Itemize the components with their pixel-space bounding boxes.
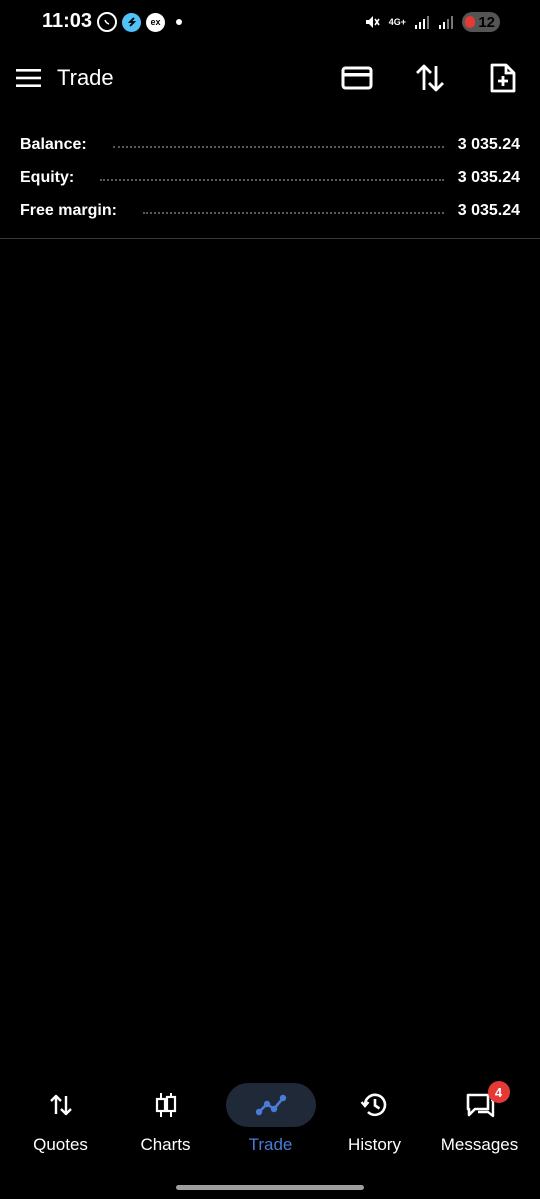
signal-icon: [415, 16, 429, 29]
nav-icon-container: [16, 1083, 106, 1127]
mute-icon: [365, 16, 380, 28]
equity-label: Equity:: [20, 168, 75, 186]
nav-item-messages[interactable]: 4 Messages: [427, 1078, 532, 1163]
free-margin-label: Free margin:: [20, 201, 117, 219]
app-bar: Trade: [0, 52, 540, 104]
nav-item-history[interactable]: History: [322, 1078, 427, 1163]
nav-label: Quotes: [33, 1135, 88, 1154]
menu-icon[interactable]: [16, 68, 41, 88]
dotted-leader: [142, 211, 444, 214]
account-summary: Balance: 3 035.24 Equity: 3 035.24 Free …: [20, 128, 520, 227]
status-bar: 11:03 ex 4G+ 12: [0, 0, 540, 44]
nav-label: Charts: [140, 1135, 191, 1154]
quotes-icon: [49, 1094, 72, 1116]
balance-value: 3 035.24: [457, 135, 520, 153]
status-indicators: 4G+ 12: [363, 12, 500, 32]
balance-label: Balance:: [20, 135, 87, 153]
signal-icon-secondary: [439, 16, 453, 29]
equity-row: Equity: 3 035.24: [20, 161, 520, 194]
battery-level: 12: [478, 13, 495, 31]
nav-icon-container: [121, 1083, 211, 1127]
credit-card-icon[interactable]: [341, 62, 373, 94]
dotted-leader: [112, 145, 444, 148]
free-margin-value: 3 035.24: [457, 201, 520, 219]
bottom-navigation: Quotes Charts Trade History 4 Messages: [0, 1078, 540, 1163]
nav-label: Trade: [248, 1135, 293, 1154]
page-title: Trade: [57, 65, 114, 90]
balance-row: Balance: 3 035.24: [20, 128, 520, 161]
trade-icon: [255, 1094, 286, 1116]
battery-indicator: 12: [462, 12, 500, 32]
nav-label: Messages: [440, 1135, 519, 1154]
battery-level-fill: [465, 16, 475, 28]
whatsapp-icon: [97, 12, 117, 32]
free-margin-row: Free margin: 3 035.24: [20, 194, 520, 227]
nav-item-trade[interactable]: Trade: [218, 1078, 323, 1163]
nav-icon-container: [330, 1083, 420, 1127]
nav-icon-container-active: [225, 1083, 316, 1127]
charts-icon: [155, 1093, 176, 1117]
unread-badge: 4: [487, 1081, 510, 1103]
nav-item-quotes[interactable]: Quotes: [8, 1078, 113, 1163]
skype-icon: [122, 12, 141, 32]
sort-icon[interactable]: [414, 62, 446, 94]
history-icon: [360, 1093, 386, 1117]
nav-icon-container: 4: [435, 1081, 525, 1127]
equity-value: 3 035.24: [457, 168, 520, 186]
nav-item-charts[interactable]: Charts: [113, 1078, 218, 1163]
gesture-handle[interactable]: [176, 1185, 364, 1190]
status-time: 11:03: [42, 10, 93, 32]
nav-label: History: [348, 1135, 401, 1154]
more-notifications-dot: [176, 19, 182, 25]
new-document-icon[interactable]: [487, 62, 519, 94]
dotted-leader: [100, 178, 444, 181]
notification-icons: ex: [97, 12, 182, 32]
ex-icon: ex: [146, 12, 165, 32]
network-type: 4G+: [388, 16, 406, 27]
summary-divider: [0, 238, 540, 239]
